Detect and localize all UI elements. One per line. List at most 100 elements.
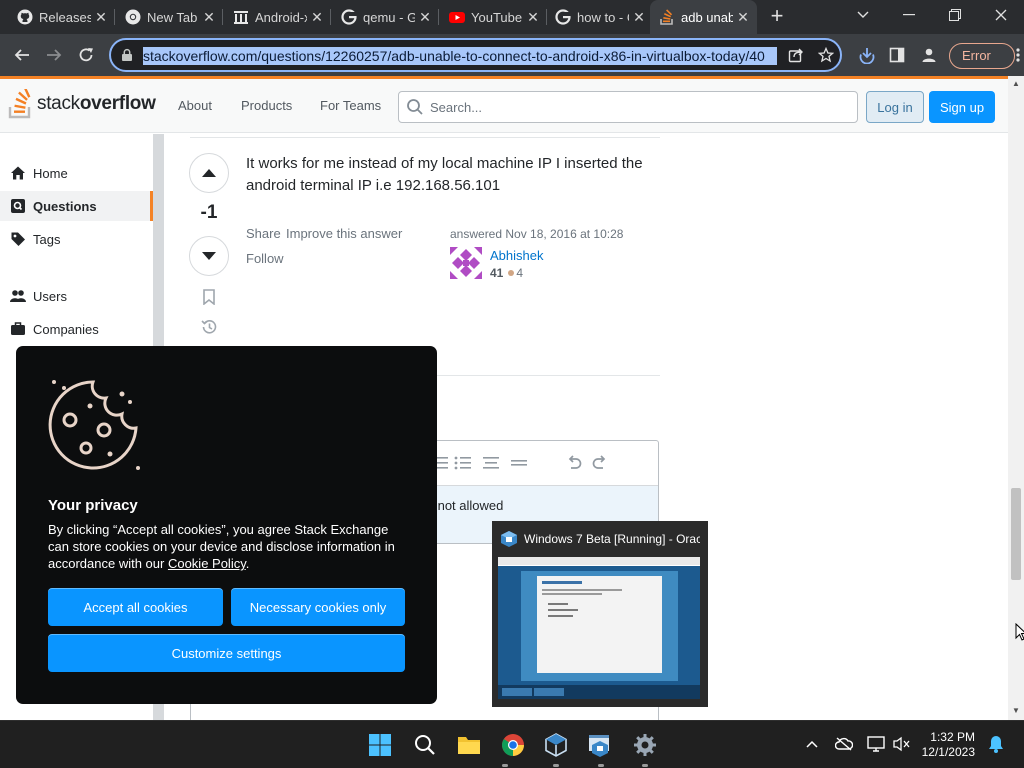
bulleted-list-icon[interactable]: [454, 455, 472, 471]
sidebar-item-label: Companies: [33, 321, 99, 337]
windows-start-icon[interactable]: [364, 729, 396, 761]
scroll-down-icon[interactable]: ▼: [1012, 706, 1020, 715]
avatar[interactable]: [450, 247, 482, 279]
scrollbar-thumb[interactable]: [1011, 488, 1021, 580]
tab-youtube[interactable]: YouTube ✕: [440, 0, 547, 34]
settings-gear-icon[interactable]: [629, 729, 661, 761]
side-panel-icon[interactable]: [884, 42, 910, 68]
close-tab-icon[interactable]: ✕: [307, 7, 327, 27]
taskbar-window-preview[interactable]: Windows 7 Beta [Running] - Oracle VM Vir…: [492, 521, 708, 707]
cookie-desc-end: .: [245, 556, 250, 571]
upvote-button[interactable]: [189, 153, 229, 193]
settings-running-indicator: [642, 764, 648, 767]
tab-github-releases[interactable]: Releases · mozilla/geckodriver ✕: [8, 0, 115, 34]
file-explorer-icon[interactable]: [453, 729, 485, 761]
browser-tab-strip: Releases · mozilla/geckodriver ✕ New Tab…: [0, 0, 1024, 34]
search-input[interactable]: [430, 98, 840, 116]
close-tab-icon[interactable]: ✕: [199, 7, 219, 27]
answer-user-card: answered Nov 18, 2016 at 10:28 Abhishek …: [450, 227, 660, 283]
necessary-cookies-button[interactable]: Necessary cookies only: [231, 588, 405, 626]
chrome-taskbar-icon[interactable]: [497, 729, 529, 761]
sidebar-item-tags[interactable]: Tags: [0, 224, 153, 254]
tray-overflow-chevron-icon[interactable]: [803, 735, 821, 753]
scroll-up-icon[interactable]: ▲: [1012, 79, 1020, 88]
answer-body: It works for me instead of my local mach…: [246, 155, 643, 194]
reload-button[interactable]: [73, 42, 99, 68]
bookmark-star-icon[interactable]: [813, 42, 839, 68]
share-page-icon[interactable]: [783, 42, 809, 68]
sidebar-item-questions[interactable]: Questions: [0, 191, 153, 221]
signup-button[interactable]: Sign up: [929, 91, 995, 123]
login-button[interactable]: Log in: [866, 91, 924, 123]
virtualbox-taskbar-icon[interactable]: [540, 729, 572, 761]
share-link[interactable]: Share: [246, 226, 281, 241]
sidebar-item-label: Users: [33, 288, 67, 304]
user-name-link[interactable]: Abhishek: [490, 248, 543, 263]
nav-about[interactable]: About: [178, 98, 212, 113]
redo-icon[interactable]: [592, 455, 610, 471]
close-tab-icon[interactable]: ✕: [91, 7, 111, 27]
stackoverflow-logo[interactable]: stackoverflow: [8, 88, 156, 120]
accept-all-cookies-button[interactable]: Accept all cookies: [48, 588, 223, 626]
site-search[interactable]: [398, 91, 858, 123]
tab-how-to-search[interactable]: how to - Google Search ✕: [546, 0, 653, 34]
downvote-button[interactable]: [189, 236, 229, 276]
downloads-icon[interactable]: [854, 42, 880, 68]
user-reputation: 41 4: [490, 266, 523, 280]
address-url[interactable]: stackoverflow.com/questions/12260257/adb…: [143, 47, 777, 65]
address-bar[interactable]: stackoverflow.com/questions/12260257/adb…: [109, 38, 842, 72]
nav-for-teams[interactable]: For Teams: [320, 98, 381, 113]
forward-button[interactable]: [41, 42, 67, 68]
close-tab-icon[interactable]: ✕: [733, 7, 753, 27]
tab-title: how to - Google Search: [577, 9, 629, 25]
windows-taskbar: 1:32 PM 12/1/2023: [0, 720, 1024, 768]
cookie-policy-link[interactable]: Cookie Policy: [168, 556, 246, 571]
minimize-window-button[interactable]: [887, 0, 931, 30]
restore-window-button[interactable]: [933, 0, 977, 30]
close-tab-icon[interactable]: ✕: [629, 7, 649, 27]
bookmark-icon[interactable]: [200, 288, 218, 306]
browser-error-button[interactable]: Error: [949, 43, 1015, 69]
display-icon[interactable]: [867, 735, 885, 753]
notification-bell-icon[interactable]: [987, 735, 1005, 753]
tab-adb-unable[interactable]: adb unable to connect ✕: [650, 0, 757, 34]
activity-history-icon[interactable]: [200, 318, 218, 336]
vm-screen-thumbnail: [498, 557, 700, 699]
tag-icon: [10, 231, 26, 247]
sidebar-item-users[interactable]: Users: [0, 281, 153, 311]
horizontal-rule-icon[interactable]: [510, 455, 528, 471]
nav-products[interactable]: Products: [241, 98, 292, 113]
browser-menu-icon[interactable]: [1012, 42, 1024, 68]
tab-android-x86[interactable]: Android-x86 ✕: [224, 0, 331, 34]
onedrive-offline-icon[interactable]: [835, 735, 853, 753]
virtualbox-running-indicator: [553, 764, 559, 767]
tab-title: New Tab: [147, 9, 198, 25]
virtualbox-icon: [501, 531, 517, 547]
back-button[interactable]: [9, 42, 35, 68]
system-clock[interactable]: 1:32 PM 12/1/2023: [917, 730, 975, 760]
close-tab-icon[interactable]: ✕: [523, 7, 543, 27]
taskbar-search-icon[interactable]: [409, 729, 441, 761]
heading-icon[interactable]: [482, 455, 500, 471]
improve-answer-link[interactable]: Improve this answer: [286, 226, 402, 241]
so-header: stackoverflow About Products For Teams L…: [0, 79, 1008, 133]
tab-new-tab[interactable]: New Tab ✕: [116, 0, 223, 34]
clock-date: 12/1/2023: [921, 745, 975, 759]
sidebar-item-companies[interactable]: Companies: [0, 314, 153, 344]
new-tab-button[interactable]: +: [764, 5, 790, 29]
volume-muted-icon[interactable]: [893, 735, 911, 753]
vm-window-taskbar-icon[interactable]: [585, 729, 617, 761]
profile-icon[interactable]: [916, 42, 942, 68]
mouse-cursor-icon: [1015, 623, 1024, 641]
tab-qemu-search[interactable]: qemu - Google Search ✕: [332, 0, 439, 34]
tab-title: YouTube: [471, 9, 523, 25]
sidebar-item-home[interactable]: Home: [0, 158, 153, 188]
customize-settings-button[interactable]: Customize settings: [48, 634, 405, 672]
close-tab-icon[interactable]: ✕: [415, 7, 435, 27]
tab-search-dropdown-icon[interactable]: [841, 0, 885, 30]
follow-link[interactable]: Follow: [246, 251, 284, 266]
questions-icon: [10, 198, 26, 214]
logo-wordmark: stackoverflow: [37, 93, 156, 115]
undo-icon[interactable]: [564, 455, 582, 471]
close-window-button[interactable]: [979, 0, 1023, 30]
